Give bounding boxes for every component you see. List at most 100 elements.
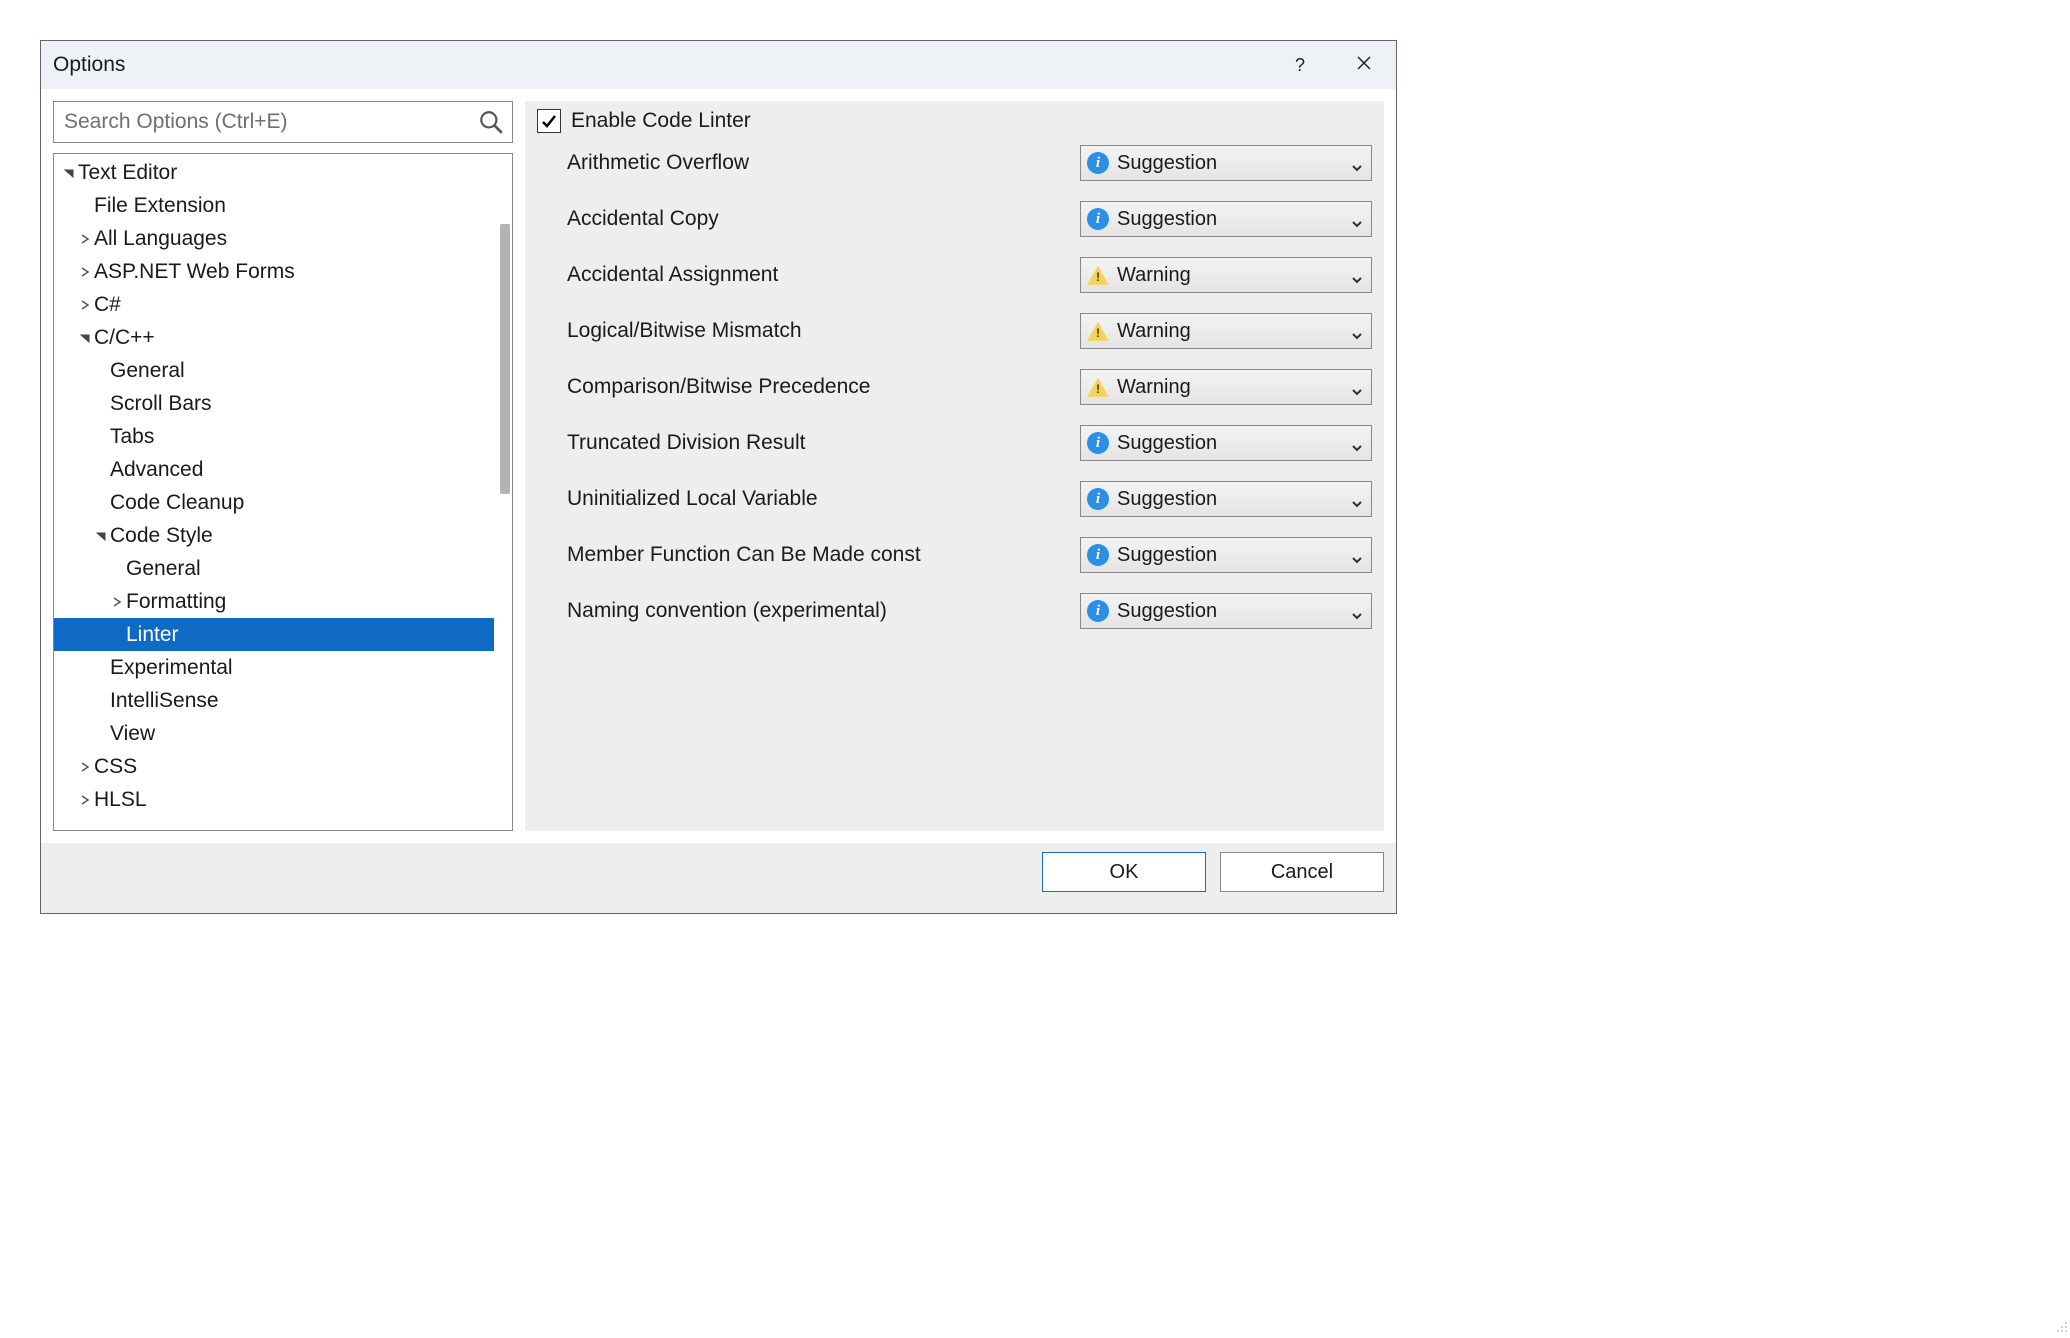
rule-row: Truncated Division Result iSuggestion <box>567 423 1372 463</box>
severity-dropdown[interactable]: iSuggestion <box>1080 201 1372 237</box>
rule-label: Accidental Copy <box>567 207 719 231</box>
rule-label: Logical/Bitwise Mismatch <box>567 319 802 343</box>
severity-dropdown[interactable]: iSuggestion <box>1080 593 1372 629</box>
rules-list: Arithmetic Overflow i Suggestion Accidental… <box>537 143 1372 631</box>
tree-item-label: All Languages <box>94 227 227 251</box>
options-tree-container: Text EditorFile Extension All Languages AS… <box>53 153 513 831</box>
tree-item[interactable]: Experimental <box>54 651 494 684</box>
tree-item[interactable]: Advanced <box>54 453 494 486</box>
info-icon: i <box>1087 600 1109 622</box>
collapsed-icon[interactable] <box>110 597 124 607</box>
tree-item[interactable]: IntelliSense <box>54 684 494 717</box>
tree-item-label: Linter <box>126 623 179 647</box>
dialog-title: Options <box>53 53 125 77</box>
rule-label: Truncated Division Result <box>567 431 806 455</box>
tree-item[interactable]: ASP.NET Web Forms <box>54 255 494 288</box>
rule-label: Arithmetic Overflow <box>567 151 749 175</box>
expanded-icon[interactable] <box>94 531 108 541</box>
chevron-down-icon <box>1351 493 1363 505</box>
collapsed-icon[interactable] <box>78 267 92 277</box>
severity-dropdown[interactable]: iSuggestion <box>1080 481 1372 517</box>
chevron-down-icon <box>1351 549 1363 561</box>
tree-item-label: C/C++ <box>94 326 155 350</box>
severity-dropdown[interactable]: iSuggestion <box>1080 425 1372 461</box>
severity-value: Suggestion <box>1117 488 1217 511</box>
tree-item[interactable]: View <box>54 717 494 750</box>
tree-item-label: View <box>110 722 155 746</box>
rule-label: Naming convention (experimental) <box>567 599 887 623</box>
severity-dropdown[interactable]: iSuggestion <box>1080 537 1372 573</box>
rule-row: Accidental AssignmentWarning <box>567 255 1372 295</box>
severity-dropdown[interactable]: i Suggestion <box>1080 145 1372 181</box>
search-icon <box>478 109 504 135</box>
rule-row: Naming convention (experimental) iSuggest… <box>567 591 1372 631</box>
tree-scrollbar[interactable] <box>500 224 510 494</box>
tree-item-label: Advanced <box>110 458 203 482</box>
tree-item-label: Code Style <box>110 524 213 548</box>
severity-dropdown[interactable]: Warning <box>1080 313 1372 349</box>
info-icon: i <box>1087 432 1109 454</box>
tree-item[interactable]: Text Editor <box>54 156 494 189</box>
rule-row: Accidental Copy iSuggestion <box>567 199 1372 239</box>
expanded-icon[interactable] <box>78 333 92 343</box>
collapsed-icon[interactable] <box>78 300 92 310</box>
search-input[interactable] <box>62 109 478 135</box>
tree-item[interactable]: CSS <box>54 750 494 783</box>
help-icon: ? <box>1295 55 1305 76</box>
close-button[interactable] <box>1332 41 1396 89</box>
rule-row: Uninitialized Local Variable iSuggestion <box>567 479 1372 519</box>
tree-item[interactable]: Tabs <box>54 420 494 453</box>
severity-value: Suggestion <box>1117 152 1217 175</box>
left-column: Text EditorFile Extension All Languages AS… <box>53 101 513 831</box>
rule-row: Logical/Bitwise Mismatch Warning <box>567 311 1372 351</box>
warning-icon <box>1087 266 1109 285</box>
search-box[interactable] <box>53 101 513 143</box>
rule-label: Uninitialized Local Variable <box>567 487 818 511</box>
info-icon: i <box>1087 544 1109 566</box>
enable-linter-row: Enable Code Linter <box>537 109 1372 133</box>
chevron-down-icon <box>1351 157 1363 169</box>
rule-row: Member Function Can Be Made constiSugges… <box>567 535 1372 575</box>
tree-item-label: Experimental <box>110 656 233 680</box>
tree-item[interactable]: Code Style <box>54 519 494 552</box>
warning-icon <box>1087 378 1109 397</box>
options-dialog: Options ? Text EditorFile Extension All L… <box>40 40 1397 914</box>
info-icon: i <box>1087 152 1109 174</box>
cancel-button[interactable]: Cancel <box>1220 852 1384 892</box>
chevron-down-icon <box>1351 605 1363 617</box>
chevron-down-icon <box>1351 213 1363 225</box>
options-tree[interactable]: Text EditorFile Extension All Languages AS… <box>54 154 494 830</box>
tree-item-label: IntelliSense <box>110 689 219 713</box>
resize-grip-icon[interactable] <box>2054 1319 2068 1333</box>
severity-dropdown[interactable]: Warning <box>1080 257 1372 293</box>
collapsed-icon[interactable] <box>78 234 92 244</box>
warning-icon <box>1087 322 1109 341</box>
rule-row: Arithmetic Overflow i Suggestion <box>567 143 1372 183</box>
tree-item[interactable]: Formatting <box>54 585 494 618</box>
tree-item[interactable]: HLSL <box>54 783 494 816</box>
collapsed-icon[interactable] <box>78 762 92 772</box>
tree-item[interactable]: General <box>54 552 494 585</box>
tree-item[interactable]: Linter <box>54 618 494 651</box>
tree-item[interactable]: Scroll Bars <box>54 387 494 420</box>
tree-item[interactable]: All Languages <box>54 222 494 255</box>
ok-button[interactable]: OK <box>1042 852 1206 892</box>
tree-item[interactable]: General <box>54 354 494 387</box>
tree-item[interactable]: C/C++ <box>54 321 494 354</box>
tree-item[interactable]: File Extension <box>54 189 494 222</box>
info-icon: i <box>1087 208 1109 230</box>
enable-linter-checkbox[interactable] <box>537 109 561 133</box>
tree-item-label: Scroll Bars <box>110 392 212 416</box>
expanded-icon[interactable] <box>62 168 76 178</box>
enable-linter-label: Enable Code Linter <box>571 109 751 133</box>
severity-dropdown[interactable]: Warning <box>1080 369 1372 405</box>
collapsed-icon[interactable] <box>78 795 92 805</box>
tree-item[interactable]: C# <box>54 288 494 321</box>
tree-item-label: HLSL <box>94 788 147 812</box>
severity-value: Warning <box>1117 320 1191 343</box>
rule-label: Comparison/Bitwise Precedence <box>567 375 870 399</box>
severity-value: Warning <box>1117 264 1191 287</box>
tree-item[interactable]: Code Cleanup <box>54 486 494 519</box>
help-button[interactable]: ? <box>1268 41 1332 89</box>
tree-item-label: Tabs <box>110 425 154 449</box>
